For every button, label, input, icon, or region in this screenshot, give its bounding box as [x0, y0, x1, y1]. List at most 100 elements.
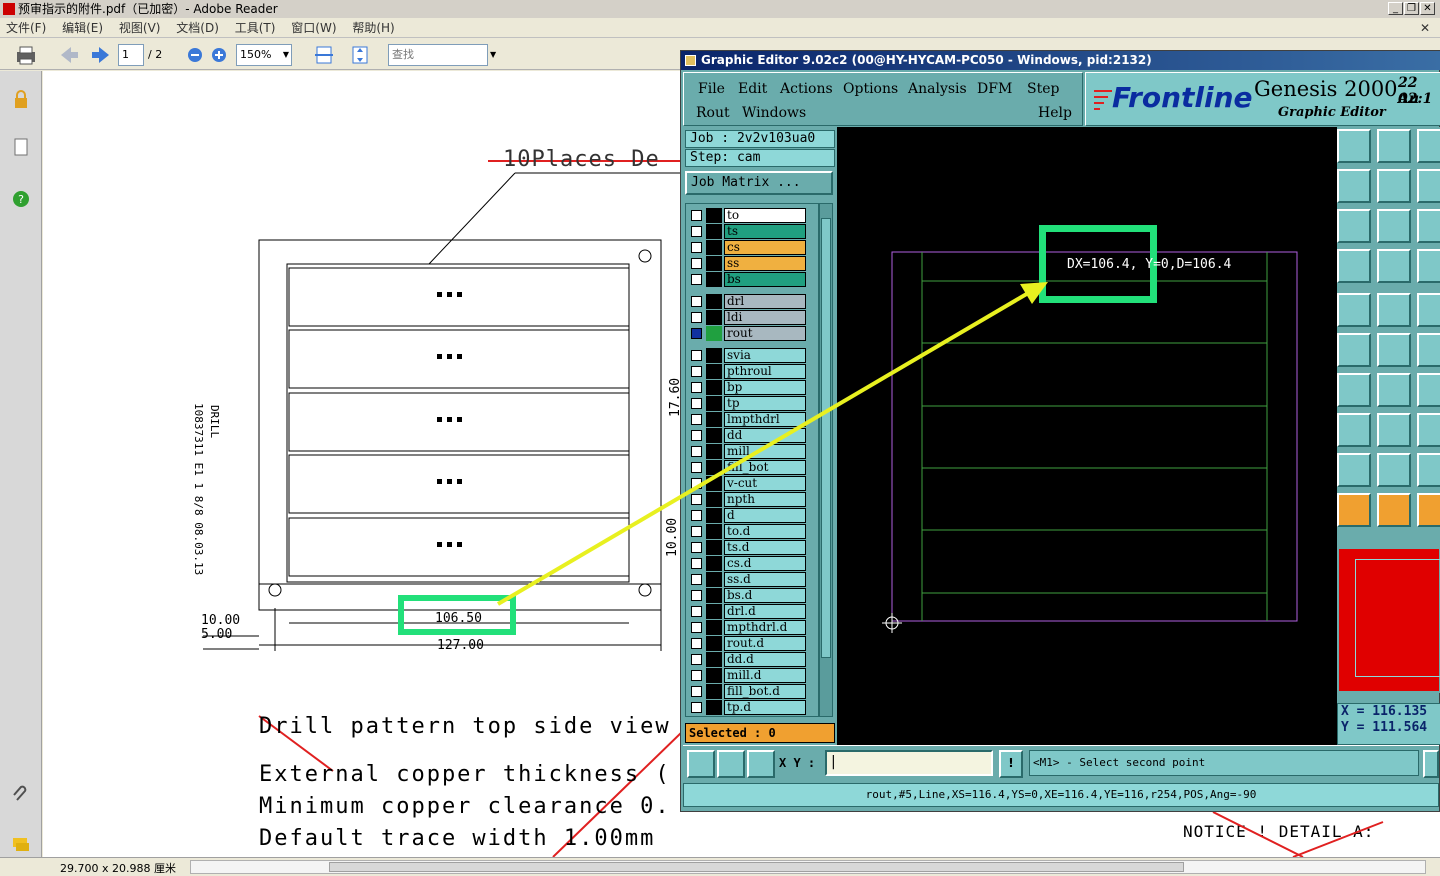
tool-button-icon[interactable]: [1377, 209, 1411, 243]
layer-checkbox[interactable]: [691, 430, 702, 441]
layer-name[interactable]: to: [724, 208, 806, 223]
layer-row[interactable]: tp.d: [688, 700, 806, 715]
menu-rout[interactable]: Rout: [696, 105, 730, 121]
layer-checkbox[interactable]: [691, 414, 702, 425]
find-input[interactable]: 查找: [388, 44, 488, 66]
layer-name[interactable]: drl: [724, 294, 806, 309]
layer-name[interactable]: fill_bot.d: [724, 684, 806, 699]
xy-input[interactable]: |: [825, 750, 993, 776]
tool-button-icon[interactable]: [1417, 293, 1440, 327]
page-number-input[interactable]: 1: [118, 44, 144, 66]
layer-checkbox[interactable]: [691, 638, 702, 649]
mode-button[interactable]: [1423, 750, 1439, 778]
zoom-select[interactable]: 150% ▼: [236, 44, 292, 66]
grid-icon[interactable]: [747, 750, 775, 778]
layer-checkbox[interactable]: [691, 210, 702, 221]
layer-checkbox[interactable]: [691, 478, 702, 489]
layer-list-scrollbar[interactable]: [819, 203, 833, 717]
attachment-icon[interactable]: [11, 785, 31, 805]
layer-checkbox[interactable]: [691, 526, 702, 537]
layer-row[interactable]: ts.d: [688, 540, 806, 555]
fit-width-icon[interactable]: [314, 44, 334, 66]
layer-row[interactable]: dd.d: [688, 652, 806, 667]
layer-row[interactable]: to: [688, 208, 806, 223]
layer-row[interactable]: fill_bot.d: [688, 684, 806, 699]
layer-name[interactable]: lmpthdrl: [724, 412, 806, 427]
tool-button-icon[interactable]: [1337, 413, 1371, 447]
menu-windows[interactable]: Windows: [742, 105, 806, 121]
menu-help[interactable]: Help: [1038, 105, 1072, 121]
layer-name[interactable]: dd.d: [724, 652, 806, 667]
zoom-in-icon[interactable]: [210, 44, 228, 66]
layer-row[interactable]: pthroul: [688, 364, 806, 379]
layer-row[interactable]: svia: [688, 348, 806, 363]
layer-row[interactable]: npth: [688, 492, 806, 507]
tool-button-icon[interactable]: [1337, 249, 1371, 283]
menu-window[interactable]: 窗口(W): [285, 18, 342, 38]
layer-checkbox[interactable]: [691, 702, 702, 713]
layer-checkbox[interactable]: [691, 258, 702, 269]
layer-checkbox[interactable]: [691, 462, 702, 473]
scrollbar-thumb[interactable]: [329, 862, 1184, 872]
layer-checkbox[interactable]: [691, 654, 702, 665]
tool-button-icon[interactable]: [1337, 493, 1371, 527]
menu-file[interactable]: File: [698, 81, 725, 97]
layer-row[interactable]: dd: [688, 428, 806, 443]
tool-button-icon[interactable]: [1337, 453, 1371, 487]
layer-row[interactable]: drl: [688, 294, 806, 309]
layer-name[interactable]: tp: [724, 396, 806, 411]
layer-row[interactable]: mill.d: [688, 668, 806, 683]
layer-checkbox[interactable]: [691, 398, 702, 409]
tool-button-icon[interactable]: [1377, 493, 1411, 527]
menu-edit[interactable]: Edit: [738, 81, 767, 97]
layer-name[interactable]: ss.d: [724, 572, 806, 587]
menu-view[interactable]: 视图(V): [113, 18, 167, 38]
layer-name[interactable]: drl.d: [724, 604, 806, 619]
layer-checkbox[interactable]: [691, 606, 702, 617]
job-matrix-button[interactable]: Job Matrix ...: [685, 171, 833, 195]
tool-button-icon[interactable]: [1417, 209, 1440, 243]
menu-step[interactable]: Step: [1027, 81, 1059, 97]
layer-row[interactable]: fill_bot: [688, 460, 806, 475]
layer-checkbox[interactable]: [691, 328, 702, 339]
layer-name[interactable]: cs.d: [724, 556, 806, 571]
layer-checkbox[interactable]: [691, 296, 702, 307]
menu-dfm[interactable]: DFM: [977, 81, 1012, 97]
layer-name[interactable]: mill: [724, 444, 806, 459]
layer-name[interactable]: mill.d: [724, 668, 806, 683]
layer-checkbox[interactable]: [691, 622, 702, 633]
menu-file[interactable]: 文件(F): [0, 18, 52, 38]
layer-name[interactable]: bs: [724, 272, 806, 287]
layer-name[interactable]: bs.d: [724, 588, 806, 603]
layer-name[interactable]: rout: [724, 326, 806, 341]
layer-row[interactable]: bp: [688, 380, 806, 395]
menu-options[interactable]: Options: [843, 81, 898, 97]
layer-name[interactable]: mpthdrl.d: [724, 620, 806, 635]
find-chevron-icon[interactable]: ▼: [490, 44, 496, 66]
layer-row[interactable]: ss: [688, 256, 806, 271]
exclamation-icon[interactable]: !: [999, 750, 1023, 778]
layer-name[interactable]: npth: [724, 492, 806, 507]
menu-tools[interactable]: 工具(T): [229, 18, 282, 38]
previous-page-icon[interactable]: [58, 44, 80, 66]
layer-row[interactable]: tp: [688, 396, 806, 411]
layer-checkbox[interactable]: [691, 510, 702, 521]
comments-icon[interactable]: [11, 835, 31, 855]
tool-button-icon[interactable]: [1417, 453, 1440, 487]
menu-actions[interactable]: Actions: [780, 81, 833, 97]
layer-checkbox[interactable]: [691, 382, 702, 393]
layer-checkbox[interactable]: [691, 686, 702, 697]
tool-button-icon[interactable]: [1337, 333, 1371, 367]
layer-checkbox[interactable]: [691, 366, 702, 377]
layer-row[interactable]: d: [688, 508, 806, 523]
layer-name[interactable]: d: [724, 508, 806, 523]
snap-icon[interactable]: [717, 750, 745, 778]
layer-name[interactable]: tp.d: [724, 700, 806, 715]
tool-button-icon[interactable]: [1377, 129, 1411, 163]
layer-checkbox[interactable]: [691, 226, 702, 237]
layer-checkbox[interactable]: [691, 312, 702, 323]
layer-row[interactable]: lmpthdrl: [688, 412, 806, 427]
layer-name[interactable]: dd: [724, 428, 806, 443]
layer-name[interactable]: svia: [724, 348, 806, 363]
tool-button-icon[interactable]: [1377, 169, 1411, 203]
